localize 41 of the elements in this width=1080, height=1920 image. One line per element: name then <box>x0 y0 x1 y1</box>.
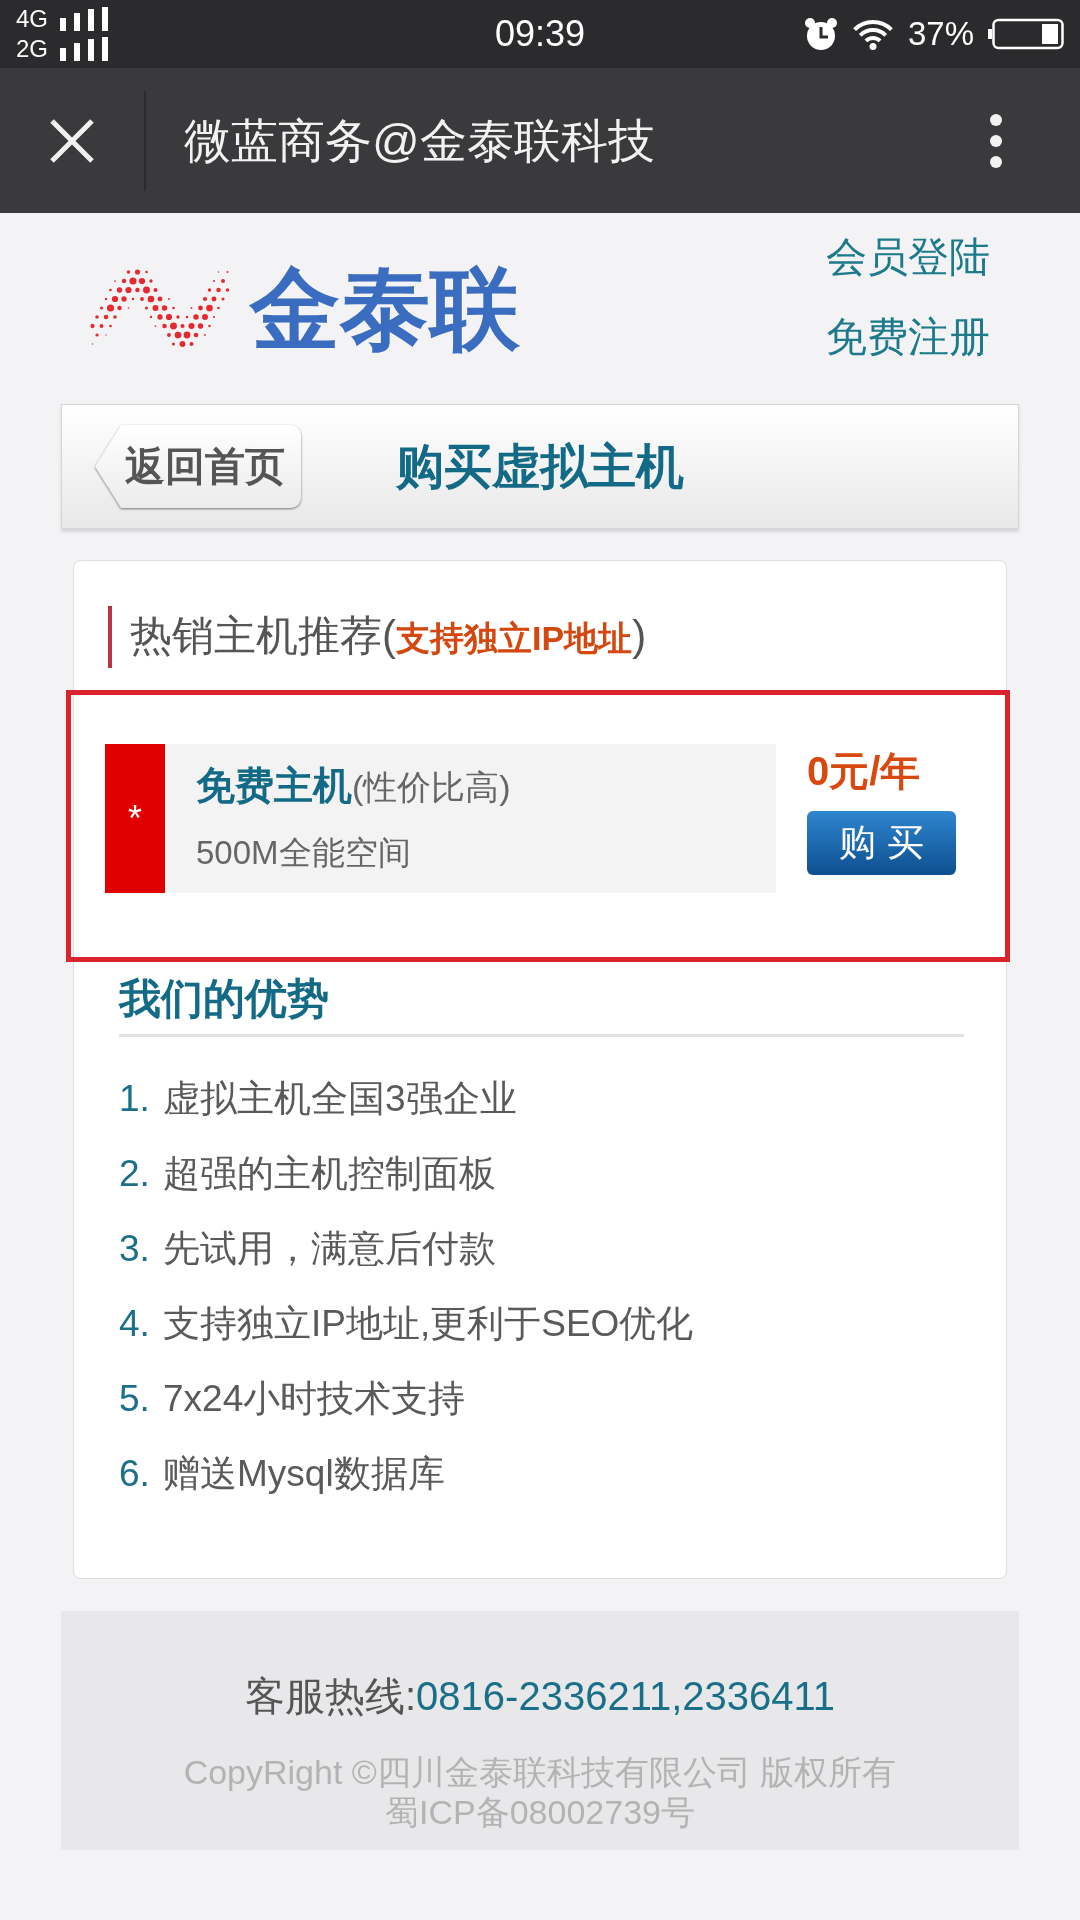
list-number: 4. <box>119 1301 151 1346</box>
product-price: 0元/年 <box>807 749 921 793</box>
advantage-text: 超强的主机控制面板 <box>163 1151 496 1196</box>
status-time: 09:39 <box>494 14 586 54</box>
network-label: 4G <box>16 5 49 33</box>
header-link[interactable]: 会员登陆 <box>826 232 990 282</box>
signal-icon <box>60 7 110 31</box>
battery-percent: 37% <box>907 14 974 54</box>
more-icon <box>989 112 1003 169</box>
asterisk-tile: * <box>105 744 165 893</box>
hotline-label: 客服热线: <box>244 1673 417 1720</box>
hotline-number-link[interactable]: 0816-2336211,2336411 <box>416 1671 836 1721</box>
header-link[interactable]: 免费注册 <box>826 312 990 362</box>
section-heading: 热销主机推荐(支持独立IP地址) <box>108 606 647 668</box>
dot-pattern-icon <box>88 268 230 349</box>
list-number: 1. <box>119 1076 151 1121</box>
advantage-text: 赠送Mysql数据库 <box>163 1451 445 1496</box>
battery-icon <box>988 18 1064 50</box>
page-title: 购买虚拟主机 <box>396 438 684 495</box>
signal-icon <box>60 37 110 61</box>
logo-text: 金泰联 <box>250 260 520 357</box>
list-number: 3. <box>119 1226 151 1271</box>
product-name: 免费主机 <box>196 763 352 809</box>
buy-button[interactable]: 购 买 <box>807 811 956 875</box>
alarm-icon <box>803 17 838 51</box>
window-title: 微蓝商务@金泰联科技 <box>184 112 655 169</box>
product-description: 500M全能空间 <box>196 833 412 873</box>
advantage-text: 支持独立IP地址,更利于SEO优化 <box>163 1301 694 1346</box>
close-icon <box>48 116 96 165</box>
list-number: 6. <box>119 1451 151 1496</box>
close-button[interactable] <box>48 116 96 165</box>
wifi-icon <box>851 18 894 50</box>
list-number: 2. <box>119 1151 151 1196</box>
network-label: 2G <box>16 35 49 63</box>
list-number: 5. <box>119 1376 151 1421</box>
advantage-text: 7x24小时技术支持 <box>163 1376 466 1421</box>
advantages-heading: 我们的优势 <box>119 974 329 1024</box>
advantage-text: 先试用，满意后付款 <box>163 1226 496 1271</box>
advantage-text: 虚拟主机全国3强企业 <box>163 1076 517 1121</box>
product-note: (性价比高) <box>352 768 511 808</box>
menu-button[interactable] <box>989 112 1003 169</box>
